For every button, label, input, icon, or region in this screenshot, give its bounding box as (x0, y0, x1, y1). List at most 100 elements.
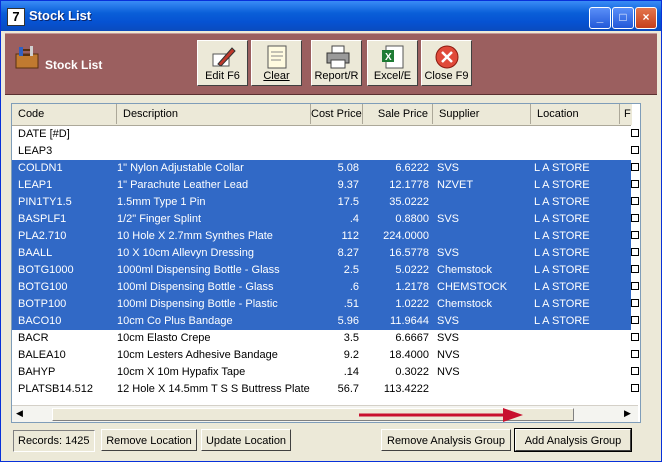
cell-desc: 10 Hole X 2.7mm Synthes Plate (117, 230, 273, 242)
cell-code: BOTG1000 (18, 264, 74, 276)
cell-code: BAALL (18, 247, 53, 259)
add-analysis-group-button[interactable]: Add Analysis Group (514, 428, 632, 452)
cell-desc: 1" Nylon Adjustable Collar (117, 162, 244, 174)
cell-location (534, 364, 620, 381)
report-label: Report/R (314, 70, 359, 82)
cell-sale: 1.0222 (395, 298, 429, 310)
close-circle-icon (435, 45, 459, 69)
cell-desc: 100ml Dispensing Bottle - Plastic (117, 298, 278, 310)
cell-cost: 17.5 (337, 196, 359, 208)
edit-button[interactable]: Edit F6 (197, 40, 248, 86)
close-button[interactable]: Close F9 (421, 40, 472, 86)
table-row[interactable]: BOTG100 100ml Dispensing Bottle - Glass .6… (12, 279, 632, 296)
cell-sale: 6.6222 (395, 162, 429, 174)
col-f[interactable]: F (620, 104, 640, 124)
table-row[interactable]: BOTP100 100ml Dispensing Bottle - Plastic… (12, 296, 632, 313)
cell-sale: 0.8800 (395, 213, 429, 225)
cell-location: L A STORE (534, 162, 590, 174)
row-marker (631, 231, 639, 239)
cell-desc: 100ml Dispensing Bottle - Glass (117, 281, 274, 293)
excel-icon: X (382, 45, 404, 69)
cell-location: L A STORE (534, 213, 590, 225)
cell-supplier: SVS (437, 315, 460, 327)
cell-desc (117, 143, 311, 160)
table-row[interactable]: BOTG1000 1000ml Dispensing Bottle - Glass… (12, 262, 632, 279)
svg-text:X: X (385, 52, 392, 63)
cell-sale (363, 126, 429, 143)
table-row[interactable]: BAALL 10 X 10cm Allevyn Dressing 8.27 16.57… (12, 245, 632, 262)
cell-supplier: SVS (437, 247, 460, 259)
clear-button[interactable]: Clear (251, 40, 302, 86)
col-sale-price[interactable]: Sale Price (363, 104, 433, 124)
cell-cost: 9.37 (337, 179, 359, 191)
cell-code: DATE [#D] (18, 128, 70, 140)
stock-grid[interactable]: Code Description Cost Price Sale Price S… (11, 103, 641, 423)
close-window-button[interactable]: × (635, 7, 657, 29)
col-code[interactable]: Code (12, 104, 117, 124)
cell-supplier: NZVET (437, 179, 474, 191)
remove-location-button[interactable]: Remove Location (101, 429, 197, 451)
cell-location (534, 143, 620, 160)
cell-location (534, 126, 620, 143)
footer-bar: Records: 1425 Remove Location Update Loc… (5, 425, 657, 457)
cell-desc (117, 126, 311, 143)
cell-cost: .4 (349, 213, 359, 225)
cell-sale: 12.1778 (389, 179, 429, 191)
printer-icon (326, 45, 350, 69)
clear-icon (267, 45, 287, 69)
cell-supplier (437, 143, 531, 160)
cell-supplier: NVS (437, 349, 460, 361)
table-row[interactable]: PIN1TY1.5 1.5mm Type 1 Pin 17.5 35.0222 L A … (12, 194, 632, 211)
table-row[interactable]: LEAP3 (12, 143, 632, 160)
col-supplier[interactable]: Supplier (433, 104, 531, 124)
cell-sale: 113.4222 (383, 383, 429, 395)
col-location[interactable]: Location (531, 104, 620, 124)
minimize-button[interactable]: _ (589, 7, 611, 29)
title-bar[interactable]: 7 Stock List _ □ × (1, 1, 661, 31)
table-row[interactable]: LEAP1 1" Parachute Leather Lead 9.37 12.177… (12, 177, 632, 194)
remove-analysis-group-button[interactable]: Remove Analysis Group (381, 429, 511, 451)
cell-code: PLA2.710 (18, 230, 67, 242)
scroll-right-arrow[interactable]: ▶ (620, 406, 635, 421)
horizontal-scrollbar[interactable]: ◀ ▶ (12, 405, 638, 422)
row-markers (631, 125, 640, 405)
cell-supplier: SVS (437, 332, 460, 344)
table-row[interactable]: BASPLF1 1/2" Finger Splint .4 0.8800 SVS L A … (12, 211, 632, 228)
table-row[interactable]: PLATSB14.512 12 Hole X 14.5mm T S S Buttr… (12, 381, 632, 398)
row-marker (631, 129, 639, 137)
cell-sale: 1.2178 (395, 281, 429, 293)
table-row[interactable]: PLA2.710 10 Hole X 2.7mm Synthes Plate 112… (12, 228, 632, 245)
row-marker (631, 384, 639, 392)
table-row[interactable]: BACO10 10cm Co Plus Bandage 5.96 11.9644 SVS… (12, 313, 632, 330)
row-marker (631, 350, 639, 358)
cell-location: L A STORE (534, 264, 590, 276)
table-row[interactable]: COLDN1 1" Nylon Adjustable Collar 5.08 6.62… (12, 160, 632, 177)
cell-code: PIN1TY1.5 (18, 196, 72, 208)
table-row[interactable]: BAHYP 10cm X 10m Hypafix Tape .14 0.3022 NVS (12, 364, 632, 381)
report-button[interactable]: Report/R (311, 40, 362, 86)
row-marker (631, 180, 639, 188)
table-row[interactable]: DATE [#D] (12, 126, 632, 143)
red-arrow-annotation (359, 408, 523, 422)
cell-desc: 1000ml Dispensing Bottle - Glass (117, 264, 280, 276)
table-row[interactable]: BALEA10 10cm Lesters Adhesive Bandage 9.2 1… (12, 347, 632, 364)
cell-location: L A STORE (534, 196, 590, 208)
cell-cost: 112 (341, 230, 359, 242)
row-marker (631, 265, 639, 273)
cell-code: BOTP100 (18, 298, 67, 310)
cell-cost: .14 (343, 366, 359, 378)
cell-cost: 9.2 (343, 349, 359, 361)
excel-button[interactable]: X Excel/E (367, 40, 418, 86)
table-row[interactable]: BACR 10cm Elasto Crepe 3.5 6.6667 SVS (12, 330, 632, 347)
cell-sale: 35.0222 (389, 196, 429, 208)
row-marker (631, 214, 639, 222)
cell-cost: 5.08 (337, 162, 359, 174)
scroll-left-arrow[interactable]: ◀ (12, 406, 27, 421)
col-cost-price[interactable]: Cost Price (311, 104, 363, 124)
cell-cost: 2.5 (343, 264, 359, 276)
cell-cost: 3.5 (343, 332, 359, 344)
maximize-button[interactable]: □ (612, 7, 634, 29)
col-description[interactable]: Description (117, 104, 311, 124)
update-location-button[interactable]: Update Location (201, 429, 291, 451)
cell-supplier (437, 228, 531, 245)
